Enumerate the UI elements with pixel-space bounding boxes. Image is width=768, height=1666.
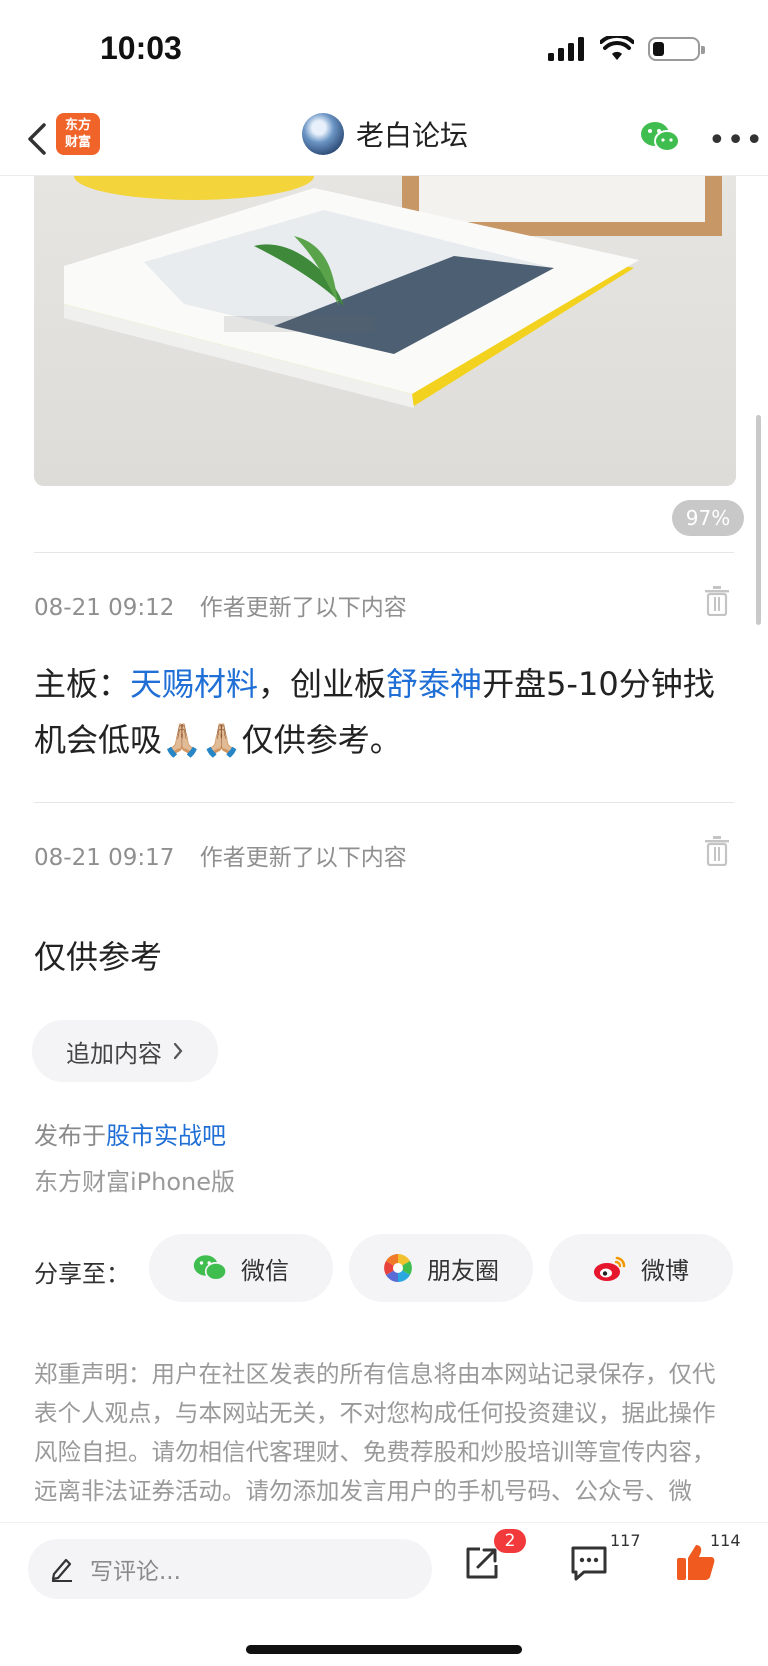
published-prefix: 发布于: [34, 1122, 106, 1150]
like-count: 114: [710, 1531, 741, 1550]
share-wechat-button[interactable]: 微信: [149, 1234, 333, 1302]
trash-icon[interactable]: [704, 586, 730, 616]
comment-count: 117: [610, 1531, 641, 1550]
disclaimer: 郑重声明：用户在社区发表的所有信息将由本网站记录保存，仅代表个人观点，与本网站无…: [34, 1360, 716, 1505]
chevron-right-icon: [173, 1042, 183, 1060]
nav-bar: 东方 财富 老白论坛 •••: [0, 105, 768, 176]
page-title: 老白论坛: [356, 119, 469, 152]
app-logo-line-1: 东方: [64, 118, 91, 133]
app-logo-line-2: 财富: [64, 135, 91, 150]
more-menu-icon[interactable]: •••: [708, 123, 764, 158]
avatar[interactable]: [302, 113, 344, 155]
forum-header[interactable]: 老白论坛: [302, 113, 468, 155]
share-weibo-button[interactable]: 微博: [549, 1234, 733, 1302]
status-icons: [548, 36, 705, 62]
comment-icon[interactable]: [570, 1545, 608, 1581]
image-zoom-badge: 97%: [672, 500, 744, 536]
post-image[interactable]: [34, 176, 736, 486]
pencil-icon: [51, 1558, 72, 1582]
update-time: 08-21 09:12: [34, 595, 175, 621]
moments-icon: [384, 1254, 412, 1282]
share-target-label: 朋友圈: [427, 1256, 499, 1285]
content-text: 主板：: [34, 665, 131, 703]
stock-link[interactable]: 天赐材料: [130, 665, 258, 703]
forum-link[interactable]: 股市实战吧: [106, 1122, 226, 1150]
status-time: 10:03: [100, 30, 182, 66]
pray-emoji: 🙏🏼🙏🏼: [162, 721, 242, 759]
weibo-icon: [594, 1256, 626, 1281]
update-meta: 08-21 09:12 作者更新了以下内容: [34, 588, 407, 622]
divider: [34, 802, 734, 803]
share-icon[interactable]: [464, 1545, 500, 1581]
update-meta: 08-21 09:17 作者更新了以下内容: [34, 838, 407, 872]
book-photo: [34, 176, 736, 486]
comment-placeholder: 写评论...: [90, 1559, 181, 1585]
content-text: 仅供参考。: [241, 721, 402, 759]
post-content: 主板：天赐材料，创业板舒泰神开盘5-10分钟找机会低吸🙏🏼🙏🏼仅供参考。: [34, 656, 734, 768]
signal-icon: [548, 37, 584, 61]
update-content: 仅供参考: [34, 938, 163, 976]
trash-icon[interactable]: [704, 836, 730, 866]
update-label: 作者更新了以下内容: [199, 845, 407, 871]
scrollbar[interactable]: [756, 415, 761, 625]
share-target-label: 微信: [241, 1256, 289, 1285]
wechat-share-icon[interactable]: [640, 121, 680, 153]
update-time: 08-21 09:17: [34, 845, 175, 871]
back-button[interactable]: [22, 119, 54, 159]
comment-input[interactable]: 写评论...: [28, 1539, 432, 1599]
wifi-icon: [600, 36, 634, 60]
append-content-button[interactable]: 追加内容: [32, 1020, 218, 1082]
battery-level: [653, 42, 664, 56]
divider: [34, 552, 734, 553]
app-logo[interactable]: 东方 财富: [56, 113, 100, 155]
battery-icon: [648, 37, 705, 61]
content-text: ，创业板: [258, 665, 387, 703]
wechat-icon: [193, 1255, 227, 1281]
share-label: 分享至：: [34, 1260, 130, 1288]
append-label: 追加内容: [66, 1039, 162, 1068]
published-in: 发布于股市实战吧: [34, 1116, 226, 1151]
share-badge: 2: [494, 1529, 526, 1553]
client-info: 东方财富iPhone版: [34, 1168, 236, 1196]
home-indicator[interactable]: [246, 1645, 522, 1654]
stock-link[interactable]: 舒泰神: [386, 665, 482, 703]
update-label: 作者更新了以下内容: [199, 595, 407, 621]
share-moments-button[interactable]: 朋友圈: [349, 1234, 533, 1302]
share-target-label: 微博: [641, 1256, 689, 1285]
